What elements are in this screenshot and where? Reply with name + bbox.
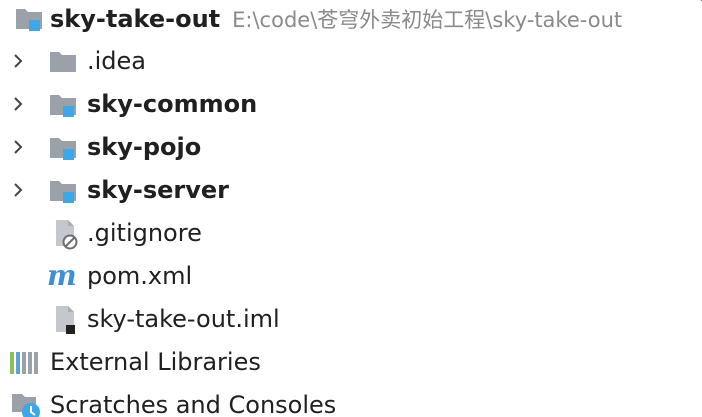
libraries-icon (10, 349, 40, 379)
tree-item-label: sky-pojo (87, 133, 202, 161)
tree-item-iml[interactable]: sky-take-out.iml (0, 298, 702, 341)
module-folder-icon (48, 176, 78, 206)
chevron-right-icon[interactable] (9, 181, 27, 199)
tree-item-label: pom.xml (87, 262, 193, 290)
tree-item-label: sky-common (87, 90, 258, 118)
scratches-icon (10, 390, 40, 417)
tree-item-pom[interactable]: m pom.xml (0, 255, 702, 298)
folder-icon (48, 47, 78, 77)
iml-file-icon (50, 304, 80, 334)
chevron-right-icon[interactable] (9, 95, 27, 113)
maven-icon: m (46, 261, 82, 291)
tree-root-row[interactable]: sky-take-out E:\code\苍穹外卖初始工程\sky-take-ou… (0, 0, 702, 41)
module-folder-icon (48, 90, 78, 120)
module-folder-icon (14, 4, 44, 34)
tree-item-gitignore[interactable]: .gitignore (0, 212, 702, 255)
tree-item-label: sky-take-out.iml (87, 305, 280, 333)
tree-item-external-libraries[interactable]: External Libraries (0, 341, 702, 384)
module-folder-icon (48, 133, 78, 163)
tree-item-sky-pojo[interactable]: sky-pojo (0, 126, 702, 169)
chevron-right-icon[interactable] (9, 138, 27, 156)
tree-item-label: .gitignore (87, 219, 202, 247)
root-label: sky-take-out (50, 5, 221, 33)
ignored-file-icon (50, 218, 80, 250)
tree-item-scratches[interactable]: Scratches and Consoles (0, 384, 702, 417)
tree-item-idea[interactable]: .idea (0, 40, 702, 83)
project-tree-panel: sky-take-out E:\code\苍穹外卖初始工程\sky-take-ou… (0, 0, 702, 417)
tree-item-label: External Libraries (50, 348, 261, 376)
tree-item-label: .idea (87, 47, 147, 75)
tree-item-label: sky-server (87, 176, 230, 204)
tree-root-label-group: sky-take-out E:\code\苍穹外卖初始工程\sky-take-ou… (50, 0, 622, 42)
tree-item-sky-common[interactable]: sky-common (0, 83, 702, 126)
chevron-right-icon[interactable] (9, 52, 27, 70)
tree-item-sky-server[interactable]: sky-server (0, 169, 702, 212)
svg-text:m: m (47, 261, 77, 291)
tree-item-label: Scratches and Consoles (50, 391, 337, 417)
root-path: E:\code\苍穹外卖初始工程\sky-take-out (232, 8, 623, 32)
